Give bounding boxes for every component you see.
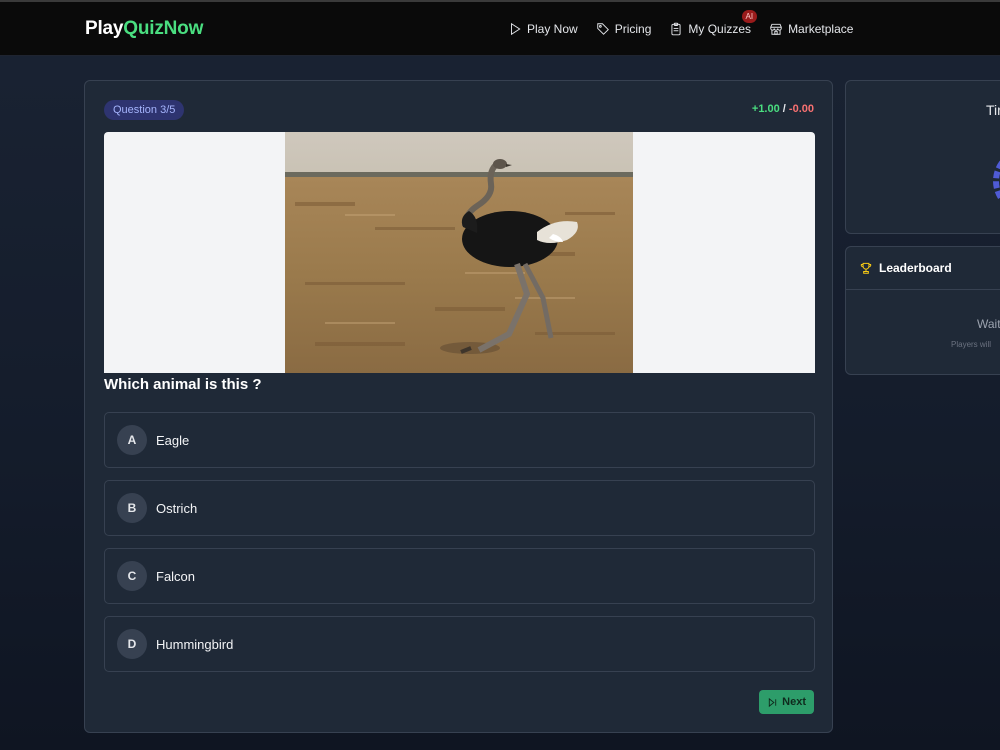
timer-label: Tir [986, 102, 1000, 118]
nav-my-quizzes-label: My Quizzes [688, 22, 752, 36]
leaderboard-waiting-text: Wait [977, 317, 1000, 331]
option-d-text: Hummingbird [156, 636, 234, 652]
nav-marketplace-label: Marketplace [788, 22, 854, 36]
option-a-letter: A [117, 425, 147, 455]
nav-marketplace[interactable]: Marketplace [769, 22, 853, 36]
score-display: +1.00 / -0.00 [752, 103, 814, 115]
ostrich-photo [285, 132, 633, 373]
option-c-letter: C [117, 561, 147, 591]
main-nav: Play Now Pricing My Quizzes AI Marketpla… [508, 2, 871, 56]
tag-icon [596, 23, 609, 35]
play-icon [511, 22, 521, 36]
ai-badge: AI [741, 10, 758, 23]
leaderboard-header: Leaderboard [846, 247, 1000, 290]
score-plus: +1.00 [751, 103, 780, 115]
brand-part1: Play [85, 18, 124, 39]
brand-part2: QuizNow [123, 18, 204, 39]
trophy-icon [860, 262, 872, 274]
question-image-container [104, 132, 815, 373]
skip-forward-icon [768, 697, 777, 707]
leaderboard-card: Leaderboard Wait Players will [845, 246, 1000, 375]
option-c-text: Falcon [156, 568, 196, 584]
nav-my-quizzes[interactable]: My Quizzes AI [669, 10, 758, 36]
nav-play-now-label: Play Now [527, 22, 578, 36]
nav-pricing[interactable]: Pricing [596, 22, 652, 36]
nav-play-now[interactable]: Play Now [508, 22, 578, 36]
score-minus: -0.00 [788, 103, 814, 115]
option-d[interactable]: D Hummingbird [104, 616, 815, 672]
store-icon [770, 23, 782, 35]
next-button[interactable]: Next [759, 690, 814, 714]
timer-ring-icon [993, 160, 1000, 202]
option-a-text: Eagle [156, 432, 190, 448]
option-b[interactable]: B Ostrich [104, 480, 815, 536]
nav-pricing-label: Pricing [614, 22, 652, 36]
option-d-letter: D [117, 629, 147, 659]
quiz-card: Question 3/5 +1.00 / -0.00 Which animal … [84, 80, 833, 733]
score-separator: / [782, 103, 786, 115]
option-b-text: Ostrich [156, 500, 198, 516]
clipboard-icon [671, 22, 681, 36]
question-text: Which animal is this ? [104, 376, 262, 393]
question-counter-badge: Question 3/5 [104, 100, 185, 120]
option-a[interactable]: A Eagle [104, 412, 815, 468]
option-c[interactable]: C Falcon [104, 548, 815, 604]
next-button-label: Next [782, 696, 806, 708]
leaderboard-title: Leaderboard [879, 261, 952, 275]
timer-card: Tir [845, 80, 1000, 234]
leaderboard-subtext: Players will [951, 340, 992, 349]
brand-logo[interactable]: PlayQuizNow [85, 18, 203, 40]
option-b-letter: B [117, 493, 147, 523]
top-navbar: PlayQuizNow Play Now Pricing My Quizzes … [0, 2, 1000, 56]
